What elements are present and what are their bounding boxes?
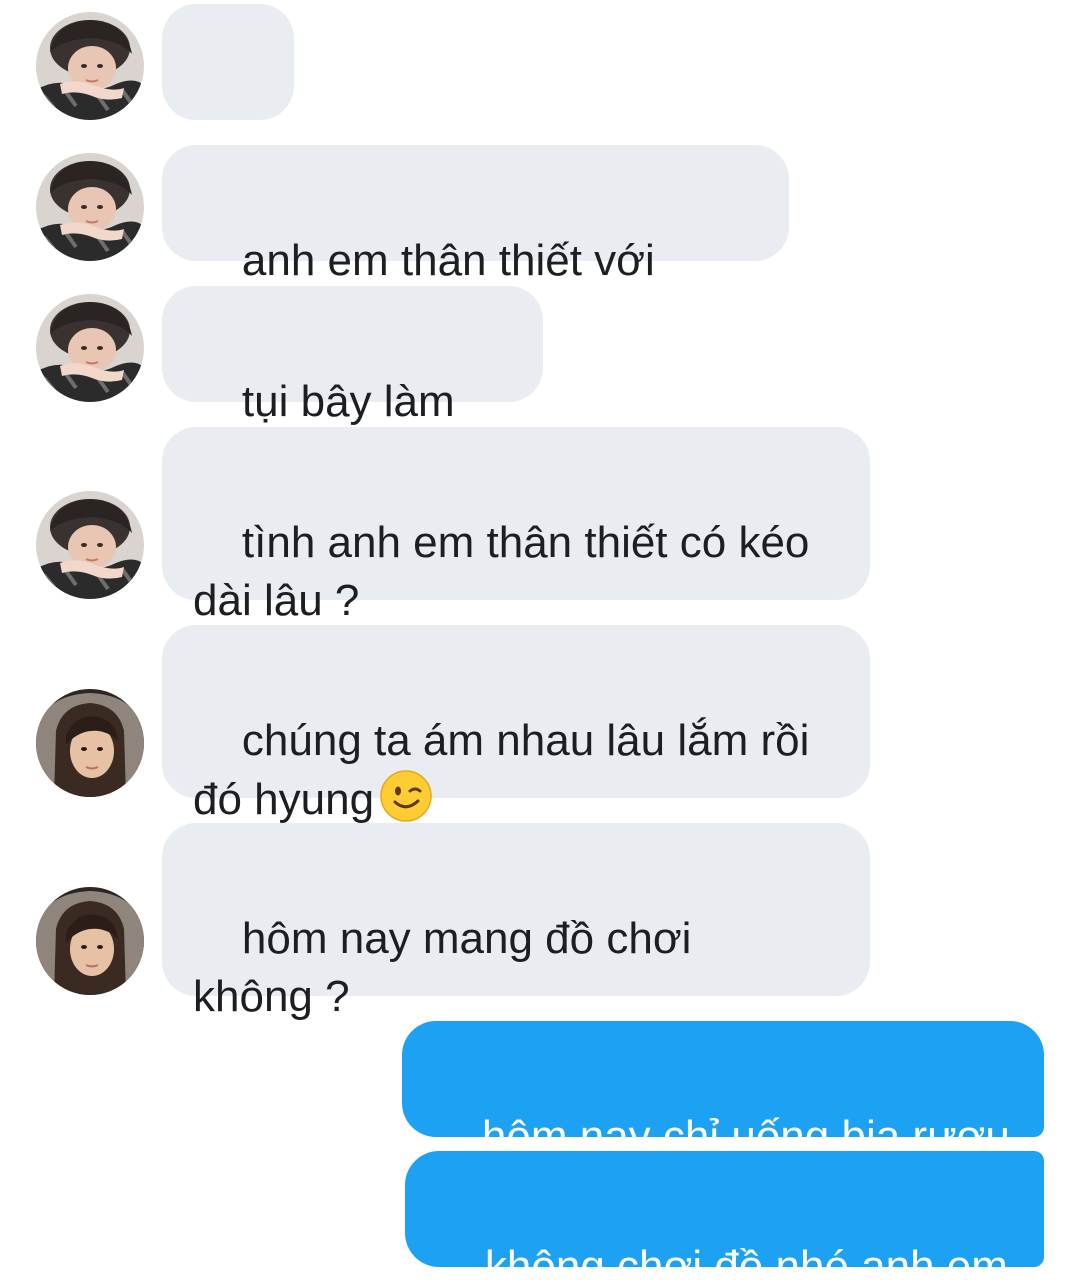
message-text: tình anh em thân thiết có kéo dài lâu ? [193,518,810,625]
message-bubble-outgoing[interactable]: không chơi đồ nhé anh em [405,1151,1044,1280]
message-bubble-incoming[interactable]: tụi bây làm vậy [162,286,543,484]
message-bubble-incoming[interactable]: tình anh em thân thiết có kéo dài lâu ? [162,427,870,625]
avatar-contact-b[interactable] [36,887,144,995]
avatar-contact-b[interactable] [36,689,144,797]
winking-face-emoji-icon [380,770,432,822]
message-bubble-incoming[interactable]: hôm nay mang đồ chơi không ? [162,823,870,1021]
message-bubble-incoming[interactable]: anh em thân thiết với nhau [162,145,789,343]
avatar-contact-a[interactable] [36,491,144,599]
message-text: hôm nay mang đồ chơi không ? [193,914,692,1021]
message-bubble-incoming[interactable]: đm [162,4,294,202]
avatar-contact-a[interactable] [36,153,144,261]
message-bubble-outgoing[interactable]: hôm nay chỉ uống bia rượu [402,1021,1044,1161]
avatar-contact-a[interactable] [36,294,144,402]
avatar-contact-a[interactable] [36,12,144,120]
message-text: không chơi đồ nhé anh em [484,1242,1008,1280]
message-text: chúng ta ám nhau lâu lắm rồi đó hyung [193,716,810,824]
message-bubble-incoming[interactable]: chúng ta ám nhau lâu lắm rồi đó hyung [162,625,870,824]
message-thread[interactable]: đm anh em thân thiết với nhau tụi bây là… [0,0,1080,1280]
